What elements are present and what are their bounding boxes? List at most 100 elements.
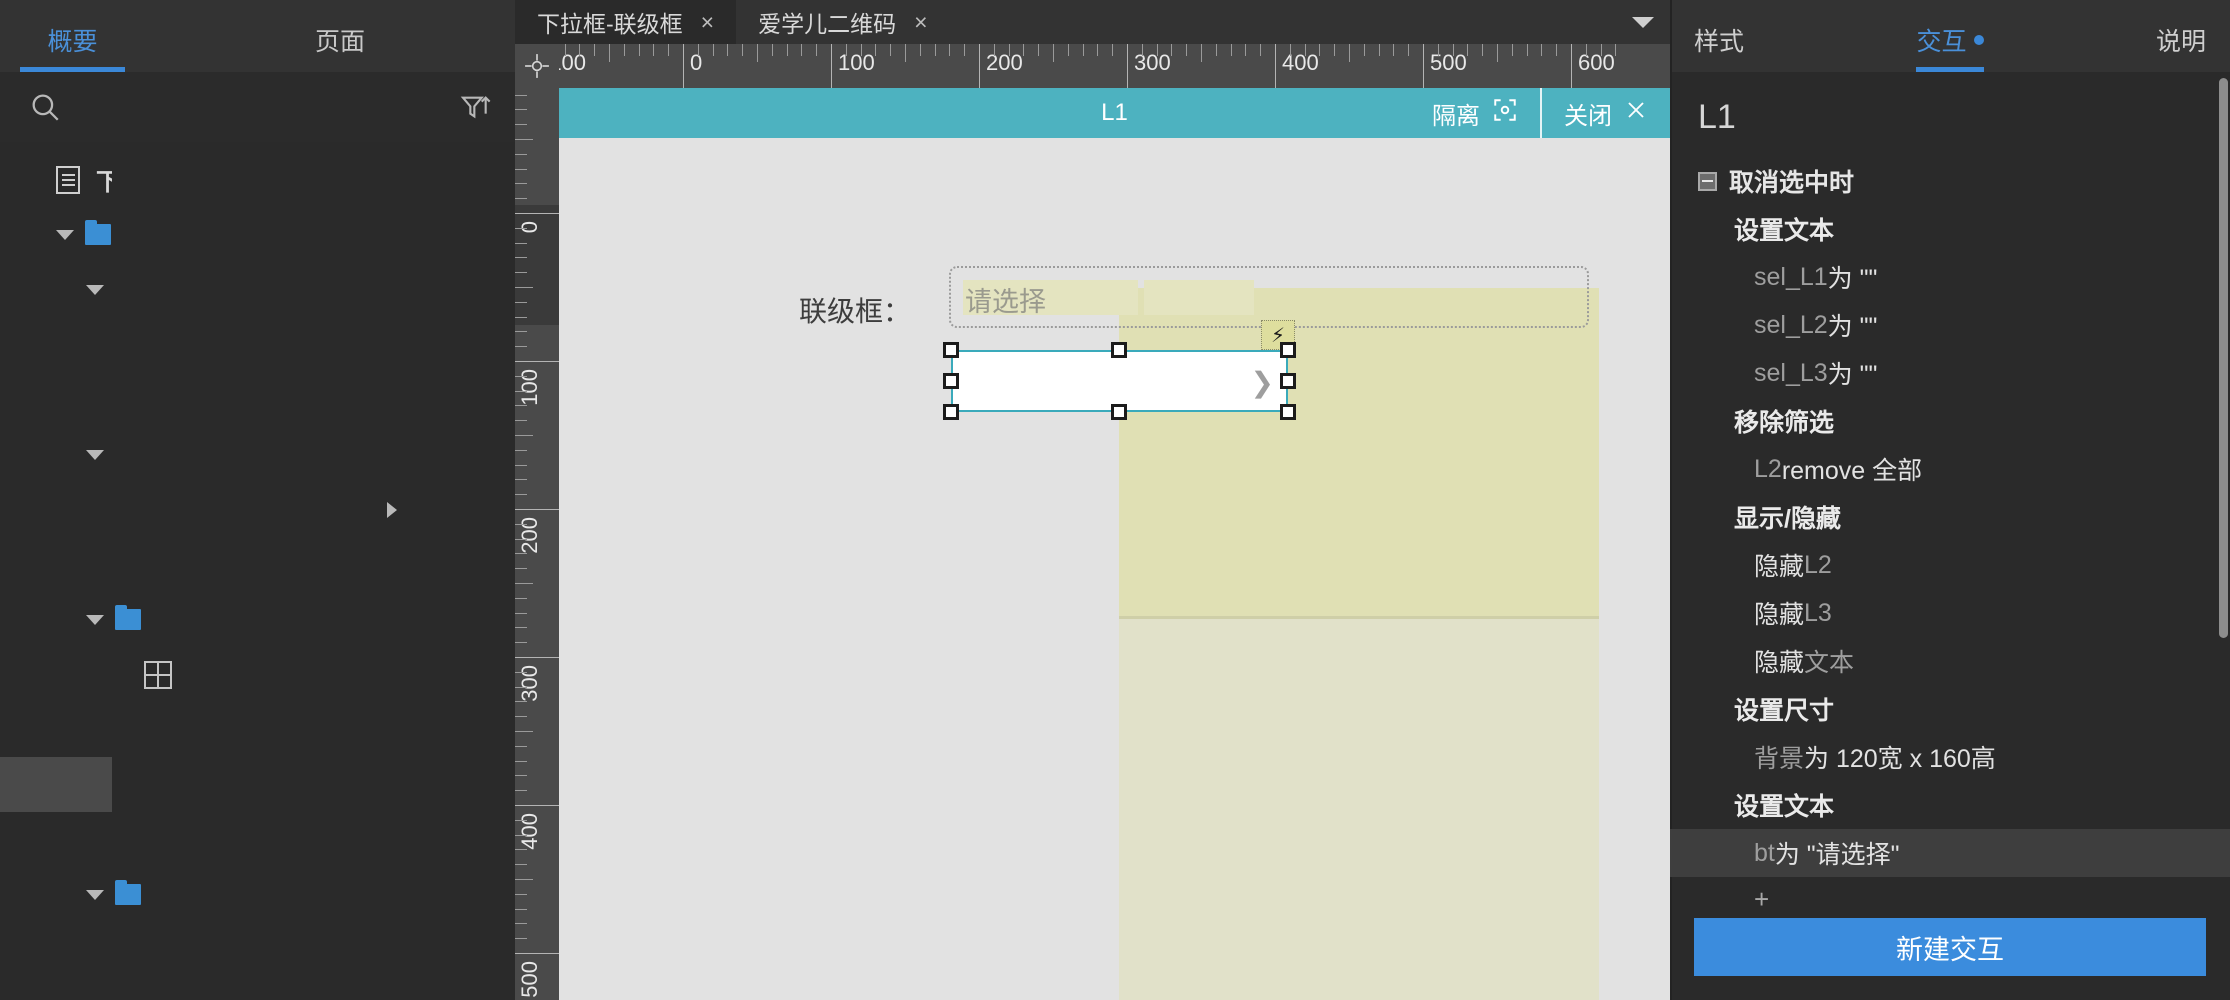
ruler-tick-label: 500 — [517, 961, 542, 998]
isolation-title: L1 — [1101, 99, 1128, 126]
new-interaction-button[interactable]: 新建交互 — [1694, 918, 2206, 976]
grid-icon — [144, 660, 172, 689]
chevron-down-icon[interactable] — [82, 442, 108, 468]
ruler-tick-label: 200 — [517, 517, 542, 554]
interaction-list[interactable]: 取消选中时 设置文本 sel_L1 为 "" sel_L2 为 "" sel_L3 为 … — [1670, 157, 2230, 908]
action-group-设置尺寸[interactable]: 设置尺寸 — [1670, 685, 2230, 733]
chevron-down-icon[interactable] — [1632, 0, 1654, 44]
inspector-panel: 样式 交互 说明 L1 取消选中时 设置文本 sel_L1 为 "" sel_L2 为… — [1670, 0, 2230, 1000]
tab-interactions[interactable]: 交互 — [1916, 22, 1984, 72]
action-group-显示/隐藏[interactable]: 显示/隐藏 — [1670, 493, 2230, 541]
resize-handle-ne[interactable] — [1280, 342, 1296, 358]
tab-pages[interactable]: 页面 — [280, 22, 400, 72]
ruler-tick-label: 300 — [1134, 50, 1171, 75]
action-group-设置文本[interactable]: 设置文本 — [1670, 781, 2230, 829]
canvas-viewport[interactable]: L1 隔离 关闭 联级框： 请选择 ❯ ⚡ — [559, 88, 1670, 1000]
search-icon[interactable] — [28, 90, 62, 124]
action-group-label: 移除筛选 — [1734, 409, 1835, 437]
action-item[interactable]: 隐藏 文本 — [1670, 637, 2230, 685]
tab-style[interactable]: 样式 — [1694, 22, 1744, 72]
modified-dot-icon — [1973, 35, 1984, 45]
action-target: sel_L1 — [1754, 262, 1828, 291]
chevron-down-icon[interactable] — [82, 277, 108, 303]
dynamic-panel-divider — [1119, 616, 1599, 619]
action-item[interactable]: 背景 为 120宽 x 160高 — [1670, 733, 2230, 781]
resize-handle-e[interactable] — [1280, 373, 1296, 389]
chevron-down-icon[interactable] — [52, 222, 78, 248]
action-target: L3 — [1804, 598, 1832, 627]
action-item[interactable]: sel_L2 为 "" — [1670, 301, 2230, 349]
action-item[interactable]: sel_L1 为 "" — [1670, 253, 2230, 301]
resize-handle-sw[interactable] — [943, 404, 959, 420]
canvas-tab-0[interactable]: 下拉框-联级框 × — [515, 0, 737, 44]
outline-tree[interactable]: 下拉框-联级框联级框L3L3(矩形)L2L2(矩形)L1L1❯arrowAL1(… — [0, 142, 515, 1000]
add-action-button[interactable]: + — [1670, 877, 2230, 909]
action-detail: 为 "请选择" — [1774, 841, 1900, 869]
ruler-tick-label: 600 — [1578, 50, 1615, 75]
chevron-down-icon[interactable] — [82, 882, 108, 908]
action-target: L2 — [1754, 454, 1782, 483]
action-item[interactable]: 隐藏 L3 — [1670, 589, 2230, 637]
tab-notes[interactable]: 说明 — [2156, 22, 2206, 72]
isolation-bar: L1 隔离 关闭 — [559, 88, 1670, 138]
chevron-down-icon[interactable] — [82, 607, 108, 633]
ruler-tick-label: 0 — [690, 50, 703, 75]
action-detail: 为 120宽 x 160高 — [1804, 745, 1996, 773]
ruler-tick-label: 400 — [1282, 50, 1319, 75]
action-detail: 为 "" — [1827, 265, 1878, 293]
action-group-label: 显示/隐藏 — [1734, 505, 1841, 533]
interaction-event-取消选中时[interactable]: 取消选中时 — [1670, 157, 2230, 205]
tab-notes-label: 说明 — [2155, 28, 2206, 56]
canvas-area: 下拉框-联级框 × 爱学儿二维码 × -100 0 100 200 300 400 500 6… — [515, 0, 1670, 1000]
canvas-tab-0-label: 下拉框-联级框 — [537, 11, 683, 37]
action-group-移除筛选[interactable]: 移除筛选 — [1670, 397, 2230, 445]
action-target: bt — [1754, 838, 1775, 867]
action-item[interactable]: bt 为 "请选择" — [1670, 829, 2230, 877]
resize-handle-w[interactable] — [943, 373, 959, 389]
inspector-tab-bar: 样式 交互 说明 — [1670, 0, 2230, 72]
action-target: sel_L3 — [1754, 358, 1828, 387]
resize-handle-n[interactable] — [1111, 342, 1127, 358]
folder-icon — [85, 220, 111, 245]
close-icon[interactable]: × — [701, 9, 714, 36]
horizontal-ruler: -100 0 100 200 300 400 500 600 — [515, 44, 1670, 88]
action-group-label: 设置文本 — [1734, 793, 1835, 821]
action-target: sel_L2 — [1754, 310, 1828, 339]
action-group-label: 设置尺寸 — [1734, 697, 1835, 725]
tab-interactions-label: 交互 — [1916, 28, 1967, 56]
ruler-tick-label: 300 — [517, 665, 542, 702]
collapse-toggle-icon[interactable] — [1698, 171, 1717, 191]
scrollbar-thumb[interactable] — [2219, 78, 2228, 638]
action-detail: 为 "" — [1827, 313, 1878, 341]
tree-item-L2[interactable]: L2 — [0, 142, 515, 1000]
ruler-tick-label: 100 — [517, 369, 542, 406]
action-group-设置文本[interactable]: 设置文本 — [1670, 205, 2230, 253]
action-target: 文本 — [1804, 649, 1855, 677]
action-item[interactable]: L2 remove 全部 — [1670, 445, 2230, 493]
selected-element-box[interactable]: ❯ — [951, 350, 1288, 412]
resize-handle-nw[interactable] — [943, 342, 959, 358]
dynamic-panel-area-1 — [1119, 288, 1599, 618]
crosshair-icon[interactable] — [515, 44, 559, 88]
cascade-field-label: 联级框： — [799, 296, 912, 327]
action-item[interactable]: 隐藏 L2 — [1670, 541, 2230, 589]
filter-sort-icon[interactable] — [459, 91, 491, 123]
twist-spacer — [22, 167, 48, 193]
action-item[interactable]: sel_L3 为 "" — [1670, 349, 2230, 397]
action-verb: 隐藏 — [1754, 601, 1805, 629]
vertical-ruler: 0 100 200 300 400 500 — [515, 88, 559, 1000]
tab-outline-label: 概要 — [47, 28, 98, 56]
tab-outline[interactable]: 概要 — [20, 22, 125, 72]
inspector-title: L1 — [1698, 98, 1736, 136]
page-icon — [56, 165, 80, 194]
canvas-tab-1-label: 爱学儿二维码 — [758, 11, 897, 37]
interaction-event-label: 取消选中时 — [1729, 169, 1855, 197]
canvas-tab-1[interactable]: 爱学儿二维码 × — [736, 0, 949, 44]
ruler-tick-label: 200 — [986, 50, 1023, 75]
close-icon[interactable]: × — [914, 9, 927, 36]
page-surface[interactable]: 联级框： 请选择 ❯ ⚡ — [559, 138, 1670, 1000]
chevron-right-icon[interactable] — [112, 142, 515, 1000]
resize-handle-s[interactable] — [1111, 404, 1127, 420]
folder-icon — [115, 880, 141, 905]
resize-handle-se[interactable] — [1280, 404, 1296, 420]
